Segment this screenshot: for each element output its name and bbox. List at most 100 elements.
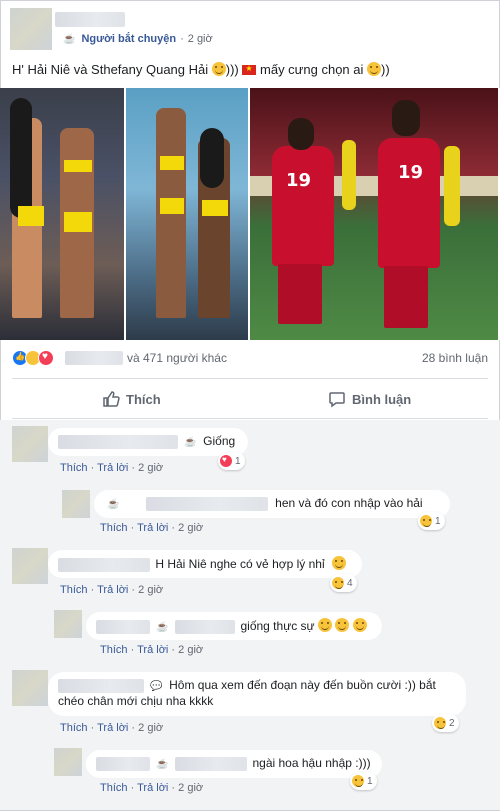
like-label: Thích: [126, 391, 161, 407]
comment-like-link[interactable]: Thích: [100, 782, 128, 794]
player-right: 19: [378, 138, 440, 268]
photo-1[interactable]: [0, 88, 124, 340]
commenter-name-redacted[interactable]: [58, 434, 178, 449]
commenter-name-redacted[interactable]: [96, 756, 150, 771]
separator-dot: ·: [180, 33, 184, 45]
commenter-avatar[interactable]: [54, 748, 82, 776]
post-text-part2: ))): [225, 62, 239, 77]
jersey-number-left: 19: [286, 170, 312, 191]
comment-reply-link[interactable]: Trả lời: [97, 722, 128, 734]
comment-reaction-badge[interactable]: 4: [330, 574, 357, 592]
comment-time[interactable]: 2 giờ: [178, 644, 203, 656]
commenter-avatar[interactable]: [12, 426, 48, 462]
meta-dot: ·: [130, 782, 135, 794]
relieved-emoji-icon: [352, 618, 367, 632]
photo-2[interactable]: [126, 88, 248, 340]
reaction-count: 1: [435, 515, 441, 527]
comment-reply-link[interactable]: Trả lời: [137, 522, 168, 534]
post-text: H' Hải Niê và Sthefany Quang Hải ))) mấy…: [12, 62, 390, 77]
meta-dot: ·: [171, 644, 176, 656]
laughing-emoji-icon: [331, 556, 346, 570]
post-time[interactable]: 2 giờ: [188, 33, 213, 45]
comments-section: ☕ Giống 1 Thích · Trả lời · 2 giờ ☕ hen …: [0, 420, 500, 810]
comment-like-link[interactable]: Thích: [100, 522, 128, 534]
commenter-name-redacted[interactable]: [96, 619, 150, 634]
comment-reply-link[interactable]: Trả lời: [97, 584, 128, 596]
meta-dot: ·: [90, 584, 95, 596]
comment-like-link[interactable]: Thích: [60, 722, 88, 734]
vietnam-flag-icon: [242, 64, 257, 75]
comment-icon: [329, 392, 345, 408]
reactions-others[interactable]: và 471 người khác: [127, 351, 227, 365]
comment-label: Bình luận: [352, 391, 412, 407]
comment-button[interactable]: Bình luận: [328, 386, 411, 412]
comment-time[interactable]: 2 giờ: [178, 782, 203, 794]
love-reaction-icon[interactable]: [38, 350, 54, 366]
comment-count[interactable]: 28 bình luận: [422, 351, 488, 365]
commenter-name-redacted[interactable]: [58, 678, 144, 693]
coffee-icon: ☕: [156, 622, 169, 633]
post-photos: 19 19: [0, 88, 500, 340]
reactor-name-redacted[interactable]: [65, 351, 123, 365]
chat-icon: 💬: [150, 681, 163, 692]
comment-time[interactable]: 2 giờ: [138, 584, 163, 596]
comment-bubble[interactable]: ☕ ngài hoa hậu nhập :))): [86, 750, 382, 778]
post-header: ☕ Người bắt chuyện · 2 giờ: [0, 0, 500, 56]
comment-bubble[interactable]: H Hải Niê nghe có vẻ hợp lý nhỉ: [48, 550, 362, 578]
commenter-name-redacted[interactable]: [175, 619, 236, 634]
reaction-count: 4: [347, 577, 353, 589]
comment-reply-link[interactable]: Trả lời: [137, 644, 168, 656]
commenter-avatar[interactable]: [12, 670, 48, 706]
comment-reaction-badge[interactable]: 1: [350, 772, 377, 790]
comment-meta: Thích · Trả lời · 2 giờ: [60, 462, 163, 474]
commenter-name-redacted[interactable]: [175, 756, 248, 771]
meta-dot: ·: [171, 522, 176, 534]
commenter-avatar[interactable]: [12, 548, 48, 584]
comment-bubble[interactable]: ☕ hen và đó con nhập vào hải: [94, 490, 450, 518]
comment-time[interactable]: 2 giờ: [138, 722, 163, 734]
meta-dot: ·: [131, 722, 136, 734]
comment-text: hen và đó con nhập vào hải: [275, 496, 423, 510]
comment-like-link[interactable]: Thích: [60, 462, 88, 474]
coffee-icon: ☕: [184, 437, 197, 448]
meta-dot: ·: [130, 644, 135, 656]
reaction-count: 1: [367, 775, 373, 787]
post-text-part3: mấy cưng chọn ai: [260, 62, 364, 77]
reaction-count: 2: [449, 717, 455, 729]
group-name[interactable]: Người bắt chuyện: [81, 33, 176, 45]
comment-reaction-badge[interactable]: 2: [432, 714, 459, 732]
photo-3[interactable]: 19 19: [250, 88, 498, 340]
comment-reaction-badge[interactable]: 1: [218, 452, 245, 470]
meta-dot: ·: [130, 522, 135, 534]
comment-time[interactable]: 2 giờ: [178, 522, 203, 534]
author-name-redacted[interactable]: [55, 12, 125, 27]
like-button[interactable]: Thích: [102, 386, 161, 412]
comment-like-link[interactable]: Thích: [60, 584, 88, 596]
haha-reaction-icon: [420, 515, 432, 527]
comment-meta: Thích · Trả lời · 2 giờ: [60, 722, 163, 734]
comment-bubble[interactable]: 💬 Hôm qua xem đến đoạn này đến buồn cười…: [48, 672, 466, 716]
meta-dot: ·: [90, 722, 95, 734]
comment-reaction-badge[interactable]: 1: [418, 512, 445, 530]
relieved-emoji-icon: [335, 618, 350, 632]
author-avatar[interactable]: [10, 8, 52, 50]
comment-meta: Thích · Trả lời · 2 giờ: [60, 584, 163, 596]
commenter-name-redacted[interactable]: [58, 557, 150, 572]
post-text-part4: )): [381, 62, 390, 77]
commenter-name-redacted[interactable]: [145, 496, 268, 511]
comment-reply-link[interactable]: Trả lời: [97, 462, 128, 474]
reactions-summary: và 471 người khác 28 bình luận: [12, 348, 488, 368]
commenter-avatar[interactable]: [62, 490, 90, 518]
smile-emoji-icon: [367, 62, 382, 76]
smile-emoji-icon: [211, 62, 226, 76]
comment-bubble[interactable]: ☕ Giống: [48, 428, 248, 456]
comment-time[interactable]: 2 giờ: [138, 462, 163, 474]
haha-reaction-icon: [352, 775, 364, 787]
commenter-avatar[interactable]: [54, 610, 82, 638]
comment-meta: Thích · Trả lời · 2 giờ: [100, 644, 203, 656]
comment-like-link[interactable]: Thích: [100, 644, 128, 656]
meta-dot: ·: [171, 782, 176, 794]
divider: [12, 418, 488, 419]
comment-reply-link[interactable]: Trả lời: [137, 782, 168, 794]
comment-bubble[interactable]: ☕ giống thực sự: [86, 612, 382, 640]
